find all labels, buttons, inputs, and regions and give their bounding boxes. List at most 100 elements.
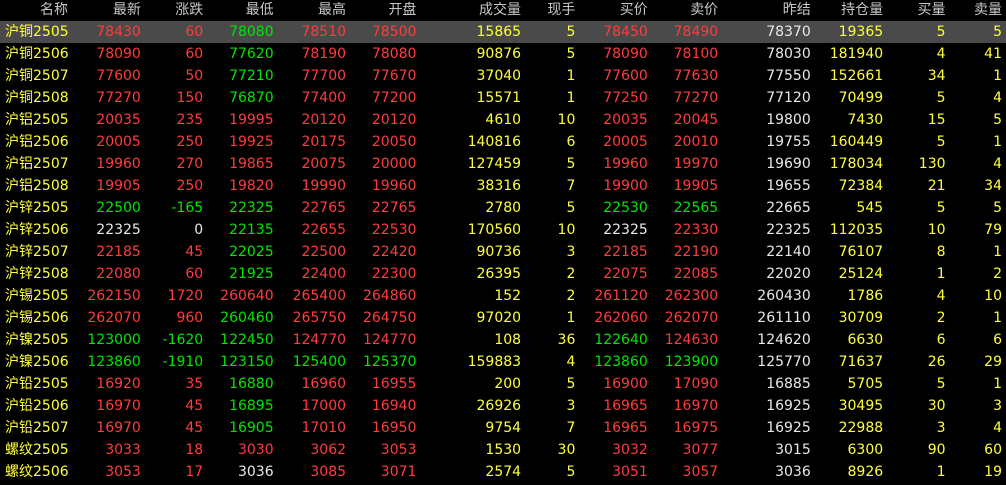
low-price: 19865 (229, 156, 274, 172)
open-price: 16940 (371, 398, 417, 414)
change: -165 (171, 200, 204, 216)
header-open[interactable]: 开盘 (350, 0, 420, 21)
bid-volume: 5 (936, 200, 946, 216)
high-price: 22400 (301, 266, 347, 282)
ask-price: 262070 (664, 310, 719, 326)
ask-price: 262300 (664, 288, 719, 304)
table-row[interactable]: 沪锌2506 22325 0 22135 22655 22530 170560 10 22325… (0, 219, 1006, 241)
header-ask-volume[interactable]: 卖量 (950, 0, 1006, 21)
table-row[interactable]: 沪镍2506 123860 -1910 123150 125400 125370 15988… (0, 351, 1006, 373)
table-row[interactable]: 沪铜2506 78090 60 77620 78190 78080 90876 5 78090 7… (0, 43, 1006, 65)
contract-name: 螺纹2505 (5, 442, 69, 458)
table-row[interactable]: 沪锌2505 22500 -165 22325 22765 22765 2780 5 22530… (0, 197, 1006, 219)
ask-volume: 1 (993, 310, 1002, 326)
table-row[interactable]: 沪铅2506 16970 45 16895 17000 16940 26926 3 16965 1… (0, 395, 1006, 417)
table-row[interactable]: 沪锡2506 262070 960 260460 265750 264750 97020 1 2… (0, 307, 1006, 329)
table-row[interactable]: 沪锌2507 22185 45 22025 22500 22420 90736 3 22185 2… (0, 241, 1006, 263)
current-lots: 5 (566, 200, 576, 216)
open-price: 78080 (371, 46, 417, 62)
ask-volume: 29 (984, 354, 1002, 370)
low-price: 19820 (229, 178, 274, 194)
table-row[interactable]: 沪锡2505 262150 1720 260640 265400 264860 152 2 26… (0, 285, 1006, 307)
table-row[interactable]: 沪镍2505 123000 -1620 122450 124770 124770 108 36… (0, 329, 1006, 351)
table-row[interactable]: 沪锌2508 22080 60 21925 22400 22300 26395 2 22075 2… (0, 263, 1006, 285)
low-price: 19995 (229, 112, 274, 128)
last-price: 123000 (87, 332, 141, 348)
open-price: 3071 (380, 464, 417, 480)
last-price: 262150 (87, 288, 141, 304)
header-low[interactable]: 最低 (207, 0, 277, 21)
ask-volume: 5 (949, 21, 1006, 43)
change: 0 (194, 222, 204, 238)
table-row[interactable]: 螺纹2506 3053 17 3036 3085 3071 2574 5 3051 3057 303… (0, 461, 1006, 483)
header-current-lots[interactable]: 现手 (525, 0, 579, 21)
volume: 140816 (467, 134, 522, 150)
open-price: 125370 (362, 354, 417, 370)
header-ask[interactable]: 卖价 (652, 0, 722, 21)
high-price: 78190 (301, 46, 347, 62)
table-row[interactable]: 沪铝2507 19960 270 19865 20075 20000 127459 5 1996… (0, 153, 1006, 175)
open-price: 16955 (371, 376, 417, 392)
open-interest: 30495 (838, 398, 884, 414)
bid-volume: 26 (927, 354, 946, 370)
header-last[interactable]: 最新 (72, 0, 144, 21)
last-price: 16920 (96, 376, 141, 392)
header-volume[interactable]: 成交量 (420, 0, 525, 21)
low-price: 260640 (220, 288, 274, 304)
ask-price: 78490 (651, 21, 723, 43)
current-lots: 1 (566, 90, 576, 106)
ask-price: 20010 (673, 134, 719, 150)
last-price: 22185 (96, 244, 141, 260)
open-interest: 72384 (838, 178, 884, 194)
current-lots: 4 (566, 354, 576, 370)
bid-price: 262060 (594, 310, 648, 326)
table-row[interactable]: 沪铅2505 16920 35 16880 16960 16955 200 5 16900 170… (0, 373, 1006, 395)
table-row[interactable]: 沪铜2507 77600 50 77210 77700 77670 37040 1 77600 7… (0, 65, 1006, 87)
header-change[interactable]: 涨跌 (145, 0, 207, 21)
header-bid-volume[interactable]: 买量 (887, 0, 949, 21)
high-price: 78510 (277, 21, 351, 43)
header-bid[interactable]: 买价 (579, 0, 651, 21)
last-price: 19905 (96, 178, 141, 194)
table-row[interactable]: 沪铅2507 16970 45 16905 17010 16950 9754 7 16965 16… (0, 417, 1006, 439)
current-lots: 2 (566, 266, 576, 282)
bid-price: 16965 (603, 420, 648, 436)
prev-settle: 260430 (757, 288, 811, 304)
open-price: 22420 (371, 244, 417, 260)
last-price: 20005 (96, 134, 141, 150)
ask-price: 22565 (673, 200, 719, 216)
bid-price: 19900 (603, 178, 648, 194)
low-price: 3036 (237, 464, 274, 480)
low-price: 3030 (237, 442, 274, 458)
ask-volume: 1 (993, 376, 1002, 392)
header-high[interactable]: 最高 (278, 0, 350, 21)
header-name[interactable]: 名称 (0, 0, 72, 21)
ask-volume: 2 (993, 266, 1002, 282)
open-interest: 6300 (847, 442, 884, 458)
table-row[interactable]: 沪铝2508 19905 250 19820 19990 19960 38316 7 19900… (0, 175, 1006, 197)
table-row[interactable]: 沪铜2505 78430 60 78080 78510 78500 15865 5 78450 7… (0, 21, 1006, 43)
bid-volume: 5 (887, 21, 950, 43)
last-price: 16970 (96, 420, 141, 436)
low-price: 260460 (220, 310, 274, 326)
header-open-interest[interactable]: 持仓量 (815, 0, 887, 21)
change: 17 (185, 464, 204, 480)
futures-quote-table: 名称 最新 涨跌 最低 最高 开盘 成交量 现手 买价 卖价 昨结 持仓量 买量… (0, 0, 1006, 483)
table-row[interactable]: 螺纹2505 3033 18 3030 3062 3053 1530 30 3032 3077 30… (0, 439, 1006, 461)
table-row[interactable]: 沪铝2505 20035 235 19995 20120 20120 4610 10 20035… (0, 109, 1006, 131)
prev-settle: 22140 (766, 244, 811, 260)
open-interest: 76107 (838, 244, 884, 260)
ask-price: 22085 (673, 266, 719, 282)
volume: 200 (494, 376, 522, 392)
low-price: 16895 (229, 398, 274, 414)
header-prev-settle[interactable]: 昨结 (722, 0, 815, 21)
contract-name: 沪铝2507 (5, 156, 69, 172)
table-row[interactable]: 沪铝2506 20005 250 19925 20175 20050 140816 6 2000… (0, 131, 1006, 153)
open-price: 264860 (362, 288, 417, 304)
change: 45 (185, 398, 204, 414)
header-row: 名称 最新 涨跌 最低 最高 开盘 成交量 现手 买价 卖价 昨结 持仓量 买量… (0, 0, 1006, 21)
table-row[interactable]: 沪铜2508 77270 150 76870 77400 77200 15571 1 77250… (0, 87, 1006, 109)
open-interest: 545 (856, 200, 884, 216)
prev-settle: 16885 (766, 376, 811, 392)
prev-settle: 77550 (766, 68, 811, 84)
